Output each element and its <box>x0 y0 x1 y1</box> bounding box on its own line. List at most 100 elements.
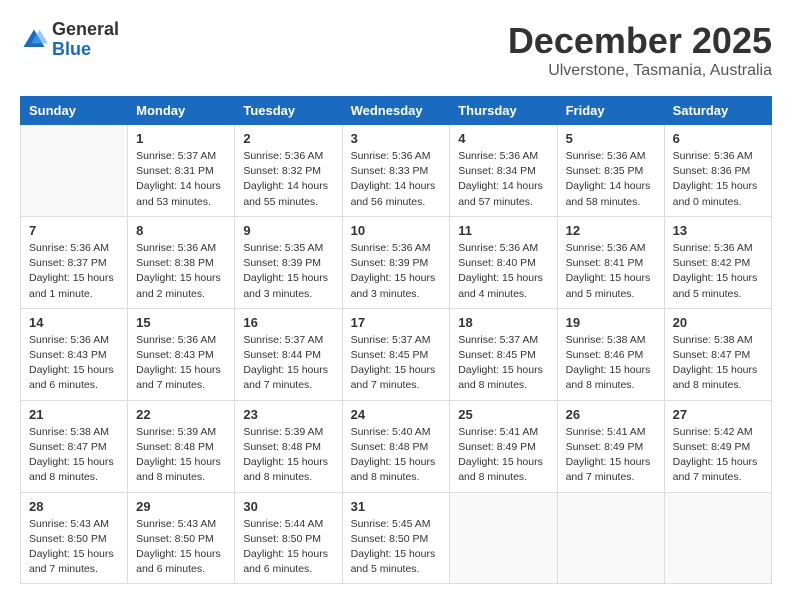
day-info: Sunrise: 5:36 AM Sunset: 8:37 PM Dayligh… <box>29 241 119 302</box>
calendar-cell: 6Sunrise: 5:36 AM Sunset: 8:36 PM Daylig… <box>664 125 771 217</box>
day-info: Sunrise: 5:43 AM Sunset: 8:50 PM Dayligh… <box>29 517 119 578</box>
page-header: General Blue December 2025 Ulverstone, T… <box>20 20 772 80</box>
calendar-cell: 1Sunrise: 5:37 AM Sunset: 8:31 PM Daylig… <box>128 125 235 217</box>
day-number: 22 <box>136 407 226 422</box>
day-number: 5 <box>566 131 656 146</box>
day-info: Sunrise: 5:39 AM Sunset: 8:48 PM Dayligh… <box>136 425 226 486</box>
logo: General Blue <box>20 20 119 60</box>
day-number: 8 <box>136 223 226 238</box>
day-number: 21 <box>29 407 119 422</box>
calendar-cell: 12Sunrise: 5:36 AM Sunset: 8:41 PM Dayli… <box>557 216 664 308</box>
day-info: Sunrise: 5:35 AM Sunset: 8:39 PM Dayligh… <box>243 241 333 302</box>
calendar-cell: 27Sunrise: 5:42 AM Sunset: 8:49 PM Dayli… <box>664 400 771 492</box>
calendar-cell: 8 Sunrise: 5:36 AM Sunset: 8:38 PM Daylig… <box>128 216 235 308</box>
day-info: Sunrise: 5:38 AM Sunset: 8:46 PM Dayligh… <box>566 333 656 394</box>
calendar-cell <box>450 492 557 584</box>
day-info: Sunrise: 5:44 AM Sunset: 8:50 PM Dayligh… <box>243 517 333 578</box>
day-info: Sunrise: 5:40 AM Sunset: 8:48 PM Dayligh… <box>351 425 442 486</box>
calendar-cell: 29 Sunrise: 5:43 AM Sunset: 8:50 PM Dayli… <box>128 492 235 584</box>
col-friday: Friday <box>557 97 664 125</box>
day-number: 31 <box>351 499 442 514</box>
day-number: 1 <box>136 131 226 146</box>
day-info: Sunrise: 5:37 AM Sunset: 8:45 PM Dayligh… <box>458 333 548 394</box>
col-monday: Monday <box>128 97 235 125</box>
calendar-cell: 4 Sunrise: 5:36 AM Sunset: 8:34 PM Daylig… <box>450 125 557 217</box>
calendar-cell: 18 Sunrise: 5:37 AM Sunset: 8:45 PM Dayli… <box>450 308 557 400</box>
col-saturday: Saturday <box>664 97 771 125</box>
calendar-cell: 25 Sunrise: 5:41 AM Sunset: 8:49 PM Dayli… <box>450 400 557 492</box>
calendar-cell: 16 Sunrise: 5:37 AM Sunset: 8:44 PM Dayli… <box>235 308 342 400</box>
day-number: 29 <box>136 499 226 514</box>
day-number: 16 <box>243 315 333 330</box>
day-number: 3 <box>351 131 442 146</box>
week-row-2: 7Sunrise: 5:36 AM Sunset: 8:37 PM Daylig… <box>21 216 772 308</box>
calendar-cell: 24 Sunrise: 5:40 AM Sunset: 8:48 PM Dayli… <box>342 400 450 492</box>
day-info: Sunrise: 5:36 AM Sunset: 8:33 PM Dayligh… <box>351 149 442 210</box>
col-thursday: Thursday <box>450 97 557 125</box>
day-info: Sunrise: 5:37 AM Sunset: 8:44 PM Dayligh… <box>243 333 333 394</box>
calendar-cell: 31 Sunrise: 5:45 AM Sunset: 8:50 PM Dayli… <box>342 492 450 584</box>
week-row-3: 14 Sunrise: 5:36 AM Sunset: 8:43 PM Dayli… <box>21 308 772 400</box>
day-number: 15 <box>136 315 226 330</box>
day-number: 10 <box>351 223 442 238</box>
day-number: 14 <box>29 315 119 330</box>
day-number: 13 <box>673 223 763 238</box>
calendar-header: Sunday Monday Tuesday Wednesday Thursday… <box>21 97 772 125</box>
day-info: Sunrise: 5:38 AM Sunset: 8:47 PM Dayligh… <box>29 425 119 486</box>
calendar-cell: 15 Sunrise: 5:36 AM Sunset: 8:43 PM Dayli… <box>128 308 235 400</box>
calendar-cell: 11 Sunrise: 5:36 AM Sunset: 8:40 PM Dayli… <box>450 216 557 308</box>
day-info: Sunrise: 5:36 AM Sunset: 8:39 PM Dayligh… <box>351 241 442 302</box>
week-row-1: 1Sunrise: 5:37 AM Sunset: 8:31 PM Daylig… <box>21 125 772 217</box>
day-info: Sunrise: 5:45 AM Sunset: 8:50 PM Dayligh… <box>351 517 442 578</box>
calendar-cell: 14 Sunrise: 5:36 AM Sunset: 8:43 PM Dayli… <box>21 308 128 400</box>
day-info: Sunrise: 5:41 AM Sunset: 8:49 PM Dayligh… <box>458 425 548 486</box>
col-sunday: Sunday <box>21 97 128 125</box>
day-info: Sunrise: 5:36 AM Sunset: 8:41 PM Dayligh… <box>566 241 656 302</box>
col-wednesday: Wednesday <box>342 97 450 125</box>
calendar-cell <box>664 492 771 584</box>
calendar-cell: 5 Sunrise: 5:36 AM Sunset: 8:35 PM Daylig… <box>557 125 664 217</box>
day-info: Sunrise: 5:42 AM Sunset: 8:49 PM Dayligh… <box>673 425 763 486</box>
calendar-cell: 28 Sunrise: 5:43 AM Sunset: 8:50 PM Dayli… <box>21 492 128 584</box>
day-number: 28 <box>29 499 119 514</box>
day-info: Sunrise: 5:39 AM Sunset: 8:48 PM Dayligh… <box>243 425 333 486</box>
day-info: Sunrise: 5:36 AM Sunset: 8:34 PM Dayligh… <box>458 149 548 210</box>
day-number: 6 <box>673 131 763 146</box>
day-number: 26 <box>566 407 656 422</box>
day-number: 30 <box>243 499 333 514</box>
calendar-cell <box>21 125 128 217</box>
calendar-table: Sunday Monday Tuesday Wednesday Thursday… <box>20 96 772 584</box>
day-number: 25 <box>458 407 548 422</box>
day-info: Sunrise: 5:36 AM Sunset: 8:32 PM Dayligh… <box>243 149 333 210</box>
day-number: 11 <box>458 223 548 238</box>
logo-text: General Blue <box>52 20 119 60</box>
day-info: Sunrise: 5:38 AM Sunset: 8:47 PM Dayligh… <box>673 333 763 394</box>
week-row-4: 21 Sunrise: 5:38 AM Sunset: 8:47 PM Dayli… <box>21 400 772 492</box>
day-info: Sunrise: 5:43 AM Sunset: 8:50 PM Dayligh… <box>136 517 226 578</box>
logo-general-text: General <box>52 20 119 40</box>
calendar-cell: 3 Sunrise: 5:36 AM Sunset: 8:33 PM Daylig… <box>342 125 450 217</box>
calendar-cell: 23Sunrise: 5:39 AM Sunset: 8:48 PM Dayli… <box>235 400 342 492</box>
day-info: Sunrise: 5:36 AM Sunset: 8:40 PM Dayligh… <box>458 241 548 302</box>
day-info: Sunrise: 5:36 AM Sunset: 8:38 PM Dayligh… <box>136 241 226 302</box>
calendar-cell: 26Sunrise: 5:41 AM Sunset: 8:49 PM Dayli… <box>557 400 664 492</box>
calendar-cell: 22 Sunrise: 5:39 AM Sunset: 8:48 PM Dayli… <box>128 400 235 492</box>
calendar-cell: 20 Sunrise: 5:38 AM Sunset: 8:47 PM Dayli… <box>664 308 771 400</box>
day-info: Sunrise: 5:36 AM Sunset: 8:43 PM Dayligh… <box>29 333 119 394</box>
day-info: Sunrise: 5:36 AM Sunset: 8:35 PM Dayligh… <box>566 149 656 210</box>
calendar-cell <box>557 492 664 584</box>
day-info: Sunrise: 5:36 AM Sunset: 8:43 PM Dayligh… <box>136 333 226 394</box>
calendar-cell: 7Sunrise: 5:36 AM Sunset: 8:37 PM Daylig… <box>21 216 128 308</box>
day-number: 2 <box>243 131 333 146</box>
calendar-cell: 10 Sunrise: 5:36 AM Sunset: 8:39 PM Dayli… <box>342 216 450 308</box>
day-number: 24 <box>351 407 442 422</box>
day-number: 18 <box>458 315 548 330</box>
day-number: 9 <box>243 223 333 238</box>
logo-blue-text: Blue <box>52 40 119 60</box>
day-number: 4 <box>458 131 548 146</box>
calendar-cell: 30 Sunrise: 5:44 AM Sunset: 8:50 PM Dayli… <box>235 492 342 584</box>
day-number: 20 <box>673 315 763 330</box>
day-number: 17 <box>351 315 442 330</box>
calendar-cell: 21 Sunrise: 5:38 AM Sunset: 8:47 PM Dayli… <box>21 400 128 492</box>
calendar-cell: 9 Sunrise: 5:35 AM Sunset: 8:39 PM Daylig… <box>235 216 342 308</box>
